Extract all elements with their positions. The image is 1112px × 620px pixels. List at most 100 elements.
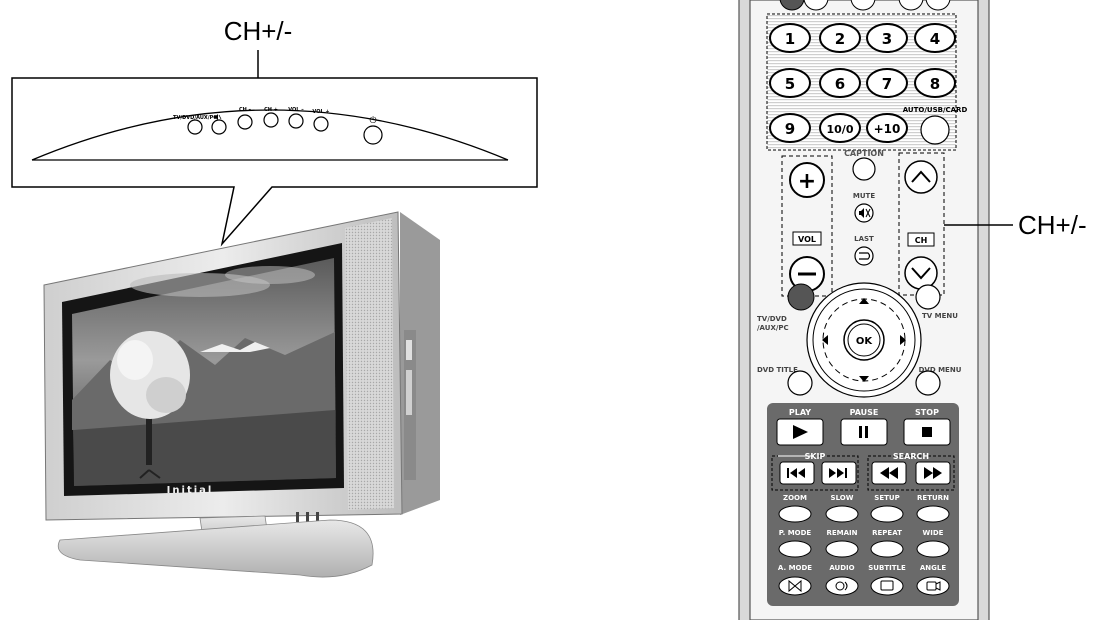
svg-text:8: 8 — [930, 75, 940, 93]
mute-button[interactable] — [854, 203, 874, 223]
num-button-4[interactable]: 4 — [914, 23, 956, 53]
ch-label: CH — [915, 236, 928, 245]
svg-text:+10: +10 — [874, 122, 901, 136]
a-mode-button[interactable] — [778, 576, 812, 596]
dvd-title-label: DVD TITLE — [757, 366, 798, 374]
svg-text:9: 9 — [785, 120, 795, 138]
ch-down-button[interactable] — [904, 256, 938, 290]
play-button[interactable] — [776, 418, 824, 446]
vol-label: VOL — [798, 235, 816, 244]
return-label: RETURN — [917, 494, 949, 502]
svg-text:6: 6 — [835, 75, 845, 93]
num-button-2[interactable]: 2 — [819, 23, 861, 53]
caption-label: CAPTION — [844, 149, 884, 158]
wide-button[interactable] — [916, 540, 950, 558]
svg-text:4: 4 — [930, 30, 940, 48]
ok-button[interactable]: OK — [843, 319, 885, 361]
tv-dvd-label: TV/DVD — [757, 315, 787, 323]
svg-text:5: 5 — [785, 75, 795, 93]
aux-pc-label: /AUX/PC — [757, 324, 789, 332]
stop-label: STOP — [915, 408, 939, 417]
stop-button[interactable] — [903, 418, 951, 446]
angle-label: ANGLE — [920, 564, 946, 572]
vol-up-button[interactable]: + — [789, 162, 825, 198]
num-button-plus-10[interactable]: +10 — [866, 113, 908, 143]
audio-button[interactable] — [825, 576, 859, 596]
num-button-5[interactable]: 5 — [769, 68, 811, 98]
dvd-menu-button[interactable] — [915, 370, 941, 396]
tv-panel-btn-label-ch-minus: CH – — [239, 107, 252, 113]
tv-panel-input-button[interactable] — [187, 119, 203, 135]
play-label: PLAY — [789, 408, 811, 417]
setup-label: SETUP — [874, 494, 899, 502]
return-button[interactable] — [916, 505, 950, 523]
dvd-title-button[interactable] — [787, 370, 813, 396]
tv-panel-ch-plus-button[interactable] — [263, 112, 279, 128]
wide-label: WIDE — [923, 529, 944, 537]
remain-button[interactable] — [825, 540, 859, 558]
tv-panel-btn-label-vol-minus: VOL – — [288, 107, 304, 113]
tv-panel-ch-minus-button[interactable] — [237, 114, 253, 130]
skip-next-button[interactable] — [821, 461, 857, 485]
num-button-7[interactable]: 7 — [866, 68, 908, 98]
remote-control: 1 2 3 4 5 6 7 8 9 10/0 +10 AUTO/USB/CARD… — [738, 0, 990, 620]
svg-text:2: 2 — [835, 30, 845, 48]
tv-ch-callout-label: CH+/- — [224, 16, 293, 46]
num-button-10-0[interactable]: 10/0 — [819, 113, 861, 143]
tv-panel-power-button[interactable] — [363, 125, 383, 145]
svg-text:OK: OK — [856, 336, 874, 347]
pause-label: PAUSE — [850, 408, 879, 417]
remain-label: REMAIN — [826, 529, 857, 537]
zoom-label: ZOOM — [783, 494, 807, 502]
tv-menu-label: TV MENU — [922, 312, 958, 320]
tv-panel-vol-plus-button[interactable] — [313, 116, 329, 132]
num-button-8[interactable]: 8 — [914, 68, 956, 98]
tv-menu-button[interactable] — [915, 284, 941, 310]
caption-button[interactable] — [852, 157, 876, 181]
num-button-1[interactable]: 1 — [769, 23, 811, 53]
power-icon: ⏻ — [369, 115, 376, 126]
num-button-3[interactable]: 3 — [866, 23, 908, 53]
subtitle-button[interactable] — [870, 576, 904, 596]
num-button-9[interactable]: 9 — [769, 113, 811, 143]
p-mode-label: P. MODE — [779, 529, 812, 537]
tv-control-panel-zoom — [11, 77, 538, 247]
skip-prev-button[interactable] — [779, 461, 815, 485]
p-mode-button[interactable] — [778, 540, 812, 558]
diagram-canvas: CH+/- TV/DVD/AUX/PC CH – CH + VOL – VOL … — [11, 0, 1087, 620]
tv-panel-mute-button[interactable] — [211, 119, 227, 135]
last-button[interactable] — [854, 246, 874, 266]
audio-label: AUDIO — [829, 564, 854, 572]
svg-text:+: + — [798, 169, 816, 194]
svg-text:10/0: 10/0 — [827, 123, 854, 136]
svg-text:3: 3 — [882, 30, 892, 48]
tv-dvd-aux-pc-button[interactable] — [787, 283, 815, 311]
auto-usb-card-label: AUTO/USB/CARD — [903, 106, 968, 114]
tv-illustration: Initial — [43, 211, 440, 578]
navigation-ring: OK — [806, 282, 922, 398]
tv-panel-btn-label-vol-plus: VOL + — [312, 109, 329, 115]
search-rewind-button[interactable] — [871, 461, 907, 485]
subtitle-label: SUBTITLE — [868, 564, 906, 572]
slow-label: SLOW — [831, 494, 854, 502]
slow-button[interactable] — [825, 505, 859, 523]
svg-text:1: 1 — [785, 30, 795, 48]
repeat-label: REPEAT — [872, 529, 902, 537]
remote-ch-callout-label: CH+/- — [1018, 210, 1087, 240]
zoom-button[interactable] — [778, 505, 812, 523]
setup-button[interactable] — [870, 505, 904, 523]
tv-panel-vol-minus-button[interactable] — [288, 113, 304, 129]
pause-button[interactable] — [840, 418, 888, 446]
auto-usb-card-button[interactable] — [920, 115, 950, 145]
search-forward-button[interactable] — [915, 461, 951, 485]
a-mode-label: A. MODE — [778, 564, 812, 572]
num-button-6[interactable]: 6 — [819, 68, 861, 98]
svg-text:7: 7 — [882, 75, 892, 93]
angle-button[interactable] — [916, 576, 950, 596]
repeat-button[interactable] — [870, 540, 904, 558]
skip-label: SKIP — [805, 452, 826, 461]
mute-label: MUTE — [853, 192, 875, 200]
last-label: LAST — [854, 235, 874, 243]
tv-panel-btn-label-ch-plus: CH + — [264, 107, 278, 113]
ch-up-button[interactable] — [904, 160, 938, 194]
